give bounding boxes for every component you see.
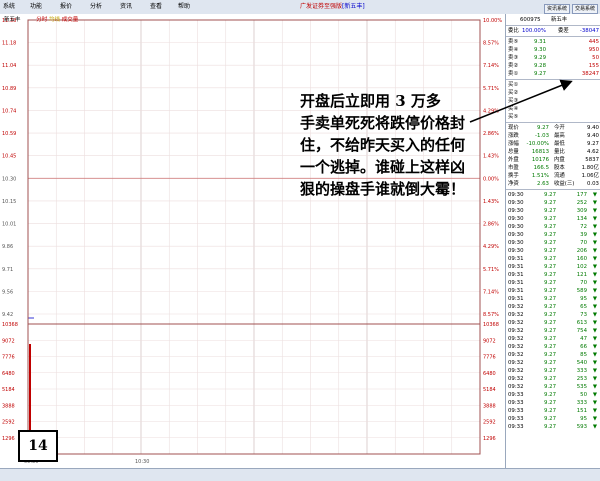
page-number-badge: 14 <box>18 430 58 462</box>
annotation-arrow <box>469 79 573 123</box>
status-bar <box>0 468 600 481</box>
